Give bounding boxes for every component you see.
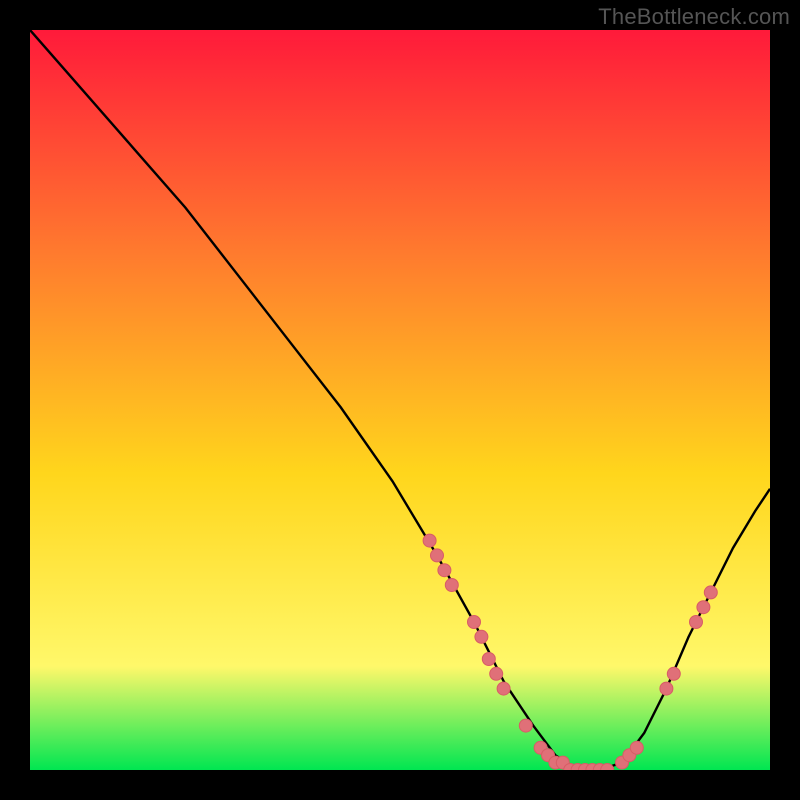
curve-marker xyxy=(431,549,444,562)
curve-marker xyxy=(468,616,481,629)
curve-marker xyxy=(690,616,703,629)
curve-marker xyxy=(704,586,717,599)
curve-marker xyxy=(423,534,436,547)
curve-marker xyxy=(667,667,680,680)
curve-marker xyxy=(497,682,510,695)
curve-marker xyxy=(475,630,488,643)
curve-marker xyxy=(660,682,673,695)
chart-stage: TheBottleneck.com xyxy=(0,0,800,800)
gradient-background xyxy=(30,30,770,770)
curve-marker xyxy=(438,564,451,577)
attribution-text: TheBottleneck.com xyxy=(598,4,790,30)
plot-frame xyxy=(30,30,770,770)
curve-marker xyxy=(482,653,495,666)
chart-svg xyxy=(30,30,770,770)
curve-marker xyxy=(519,719,532,732)
curve-marker xyxy=(490,667,503,680)
curve-marker xyxy=(697,601,710,614)
curve-marker xyxy=(630,741,643,754)
curve-marker xyxy=(445,579,458,592)
